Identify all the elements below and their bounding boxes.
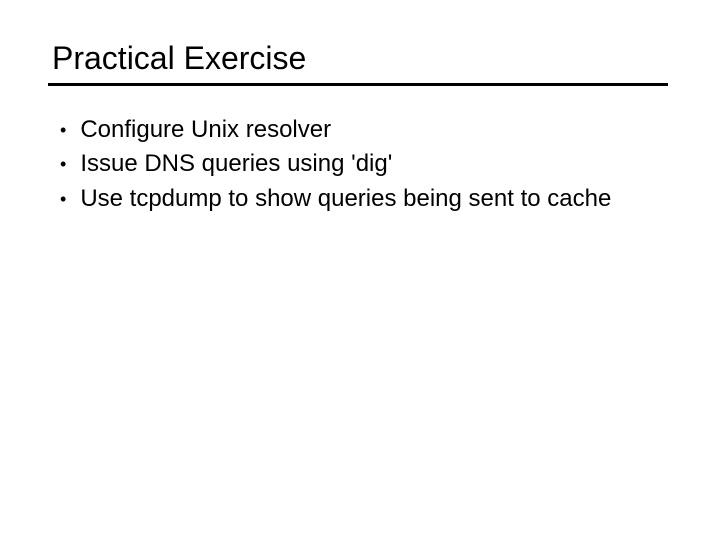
slide-container: Practical Exercise • Configure Unix reso… bbox=[0, 0, 720, 257]
list-item: • Configure Unix resolver bbox=[60, 114, 672, 146]
bullet-list: • Configure Unix resolver • Issue DNS qu… bbox=[48, 114, 672, 215]
bullet-icon: • bbox=[60, 148, 66, 180]
list-item: • Issue DNS queries using 'dig' bbox=[60, 148, 672, 180]
bullet-text: Issue DNS queries using 'dig' bbox=[80, 148, 672, 180]
bullet-text: Configure Unix resolver bbox=[80, 114, 672, 146]
slide-title: Practical Exercise bbox=[52, 40, 672, 83]
title-underline bbox=[48, 83, 668, 86]
bullet-text: Use tcpdump to show queries being sent t… bbox=[80, 183, 672, 215]
list-item: • Use tcpdump to show queries being sent… bbox=[60, 183, 672, 215]
bullet-icon: • bbox=[60, 114, 66, 146]
bullet-icon: • bbox=[60, 183, 66, 215]
